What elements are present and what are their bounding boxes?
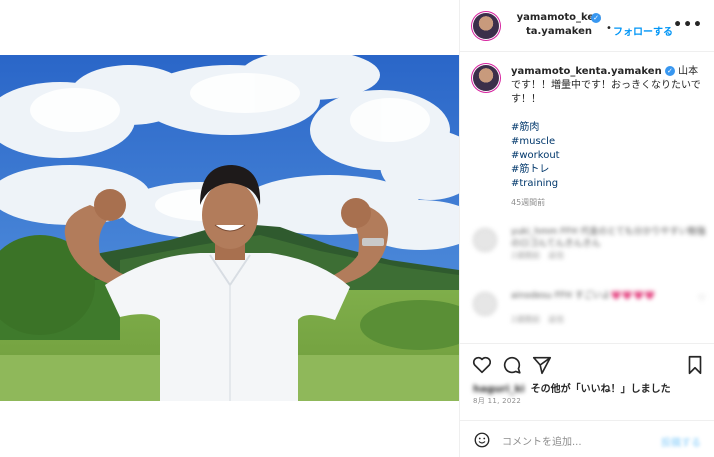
likes-text: その他が「いいね！」しました — [530, 384, 671, 395]
follow-button[interactable]: フォローする — [613, 23, 673, 38]
comment-input[interactable]: コメントを追加... — [502, 433, 582, 448]
username-line-2[interactable]: ta.yamaken — [511, 25, 607, 39]
post-date: 8月 11, 2022 — [473, 397, 522, 405]
comment-meta[interactable]: 2週間前 返信 — [511, 250, 564, 261]
share-icon[interactable] — [531, 354, 553, 376]
hashtag-link[interactable]: #training — [511, 177, 703, 191]
more-icon[interactable]: ••• — [673, 17, 703, 33]
likes-summary[interactable]: haguri_ki その他が「いいね！」しました — [473, 380, 671, 395]
caption: yamamoto_kenta.yamaken ✓ 山本です！！増量中です！おっき… — [460, 52, 714, 208]
comment-meta[interactable]: 2週間前 返信 — [511, 314, 564, 325]
hashtag-list: #筋肉 #muscle #workout #筋トレ #training — [511, 121, 703, 191]
post-photo[interactable] — [0, 55, 459, 401]
comment-item: ainodesu FFH すごいよ💗💗💗💗 2週間前 返信 ♡ — [473, 290, 708, 326]
comment-icon[interactable] — [501, 354, 523, 376]
comment-text: ainodesu FFH すごいよ💗💗💗💗 — [511, 291, 656, 301]
hashtag-link[interactable]: #workout — [511, 149, 703, 163]
emoji-icon[interactable] — [473, 431, 491, 449]
comment-avatar[interactable] — [473, 292, 497, 316]
verified-badge-icon: ✓ — [591, 13, 601, 23]
caption-text-block: yamamoto_kenta.yamaken ✓ 山本です！！増量中です！おっき… — [511, 65, 703, 107]
separator-dot: • — [606, 23, 612, 34]
author-avatar[interactable] — [473, 13, 499, 39]
caption-time: 45週間前 — [511, 198, 546, 207]
post-header: yamamoto_ken ta.yamaken ✓ • フォローする ••• — [460, 0, 714, 52]
comment-avatar[interactable] — [473, 228, 497, 252]
comment-heart-icon[interactable]: ♡ — [698, 294, 706, 304]
caption-username[interactable]: yamamoto_kenta.yamaken — [511, 66, 662, 77]
post-comment-button[interactable]: 投稿する — [661, 434, 701, 449]
post-media — [0, 0, 459, 457]
hashtag-link[interactable]: #筋トレ — [511, 163, 703, 177]
heart-icon[interactable] — [471, 354, 493, 376]
hashtag-link[interactable]: #muscle — [511, 135, 703, 149]
comment-heart-icon[interactable]: ♡ — [698, 230, 706, 240]
bookmark-icon[interactable] — [684, 354, 706, 376]
photo-illustration — [0, 55, 459, 401]
comment-item: yuki_hmm FFH 代金のとても分かりやすい勉強のロゴんてんきんきん 2週… — [473, 226, 708, 262]
caption-avatar[interactable] — [473, 65, 499, 91]
action-bar: haguri_ki その他が「いいね！」しました 8月 11, 2022 コメント… — [460, 343, 714, 457]
comment-text: yuki_hmm FFH 代金のとても分かりやすい勉強のロゴんてんきんきん — [511, 227, 706, 249]
add-comment-bar: コメントを追加... 投稿する — [460, 420, 714, 457]
liker-username[interactable]: haguri_ki — [473, 384, 525, 395]
hashtag-link[interactable]: #筋肉 — [511, 121, 703, 135]
post-panel: yamamoto_ken ta.yamaken ✓ • フォローする ••• y… — [459, 0, 714, 457]
verified-badge-icon: ✓ — [664, 66, 675, 76]
